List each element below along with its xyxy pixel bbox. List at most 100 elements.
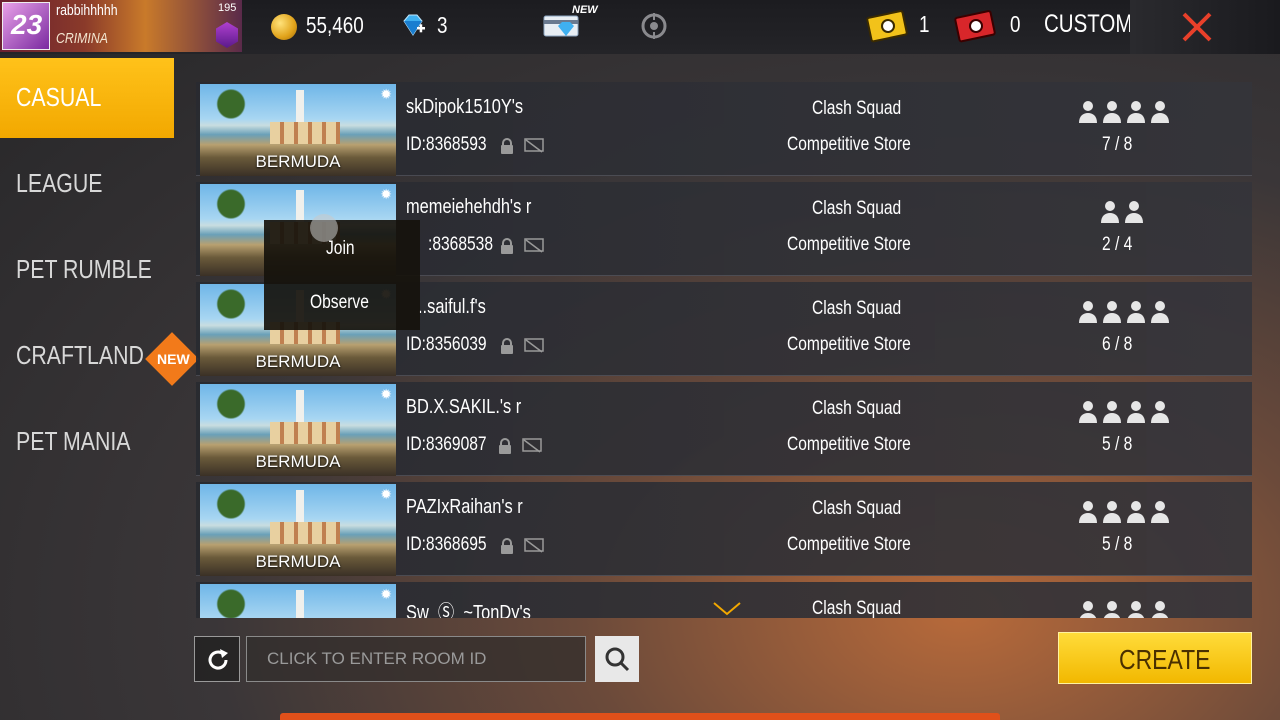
sidebar-item-label: PET MANIA bbox=[16, 426, 131, 456]
bottom-accent-strip bbox=[280, 713, 1000, 720]
map-thumbnail: ✹ BERMUDA bbox=[200, 84, 396, 176]
player-slots bbox=[1078, 400, 1170, 424]
player-slot-icon bbox=[1101, 201, 1119, 223]
player-slot-icon bbox=[1127, 601, 1145, 618]
scroll-down-chevron-icon[interactable] bbox=[712, 600, 742, 618]
room-store: Competitive Store bbox=[787, 134, 911, 155]
diamond-icon[interactable] bbox=[400, 12, 426, 38]
lock-icon bbox=[501, 138, 513, 154]
create-room-button[interactable]: CREATE bbox=[1058, 632, 1252, 684]
player-slot-icon bbox=[1127, 301, 1145, 323]
sidebar-item-label: CRAFTLAND bbox=[16, 340, 144, 370]
spectate-off-icon bbox=[524, 238, 544, 253]
room-mode: Clash Squad bbox=[812, 598, 902, 618]
room-row[interactable]: ✹ BERMUDA PAZIxRaihan's r ID:8368695 Cla… bbox=[196, 482, 1252, 576]
sun-icon: ✹ bbox=[380, 186, 392, 202]
player-slot-icon bbox=[1151, 601, 1169, 618]
new-tag: NEW bbox=[572, 4, 598, 16]
player-title: CRIMINA bbox=[56, 30, 108, 47]
close-button[interactable] bbox=[1130, 0, 1280, 54]
sidebar-item-label: LEAGUE bbox=[16, 168, 103, 198]
lock-icon bbox=[501, 538, 513, 554]
player-slot-icon bbox=[1151, 101, 1169, 123]
lock-icon bbox=[501, 338, 513, 354]
top-bar: 23 rabbihhhhh CRIMINA 195 55,460 3 NEW 1… bbox=[0, 0, 1280, 54]
player-slots bbox=[1078, 600, 1170, 618]
player-slot-icon bbox=[1151, 301, 1169, 323]
player-slot-icon bbox=[1103, 101, 1121, 123]
room-name: skDipok1510Y's bbox=[406, 96, 524, 118]
sun-icon: ✹ bbox=[380, 586, 392, 602]
player-count: 7 / 8 bbox=[1102, 134, 1133, 155]
spectate-off-icon bbox=[522, 438, 542, 453]
map-name: BERMUDA bbox=[255, 152, 341, 171]
join-button[interactable]: Join bbox=[326, 238, 355, 260]
player-slot-icon bbox=[1079, 601, 1097, 618]
room-name: BD.X.SAKIL.'s r bbox=[406, 396, 522, 418]
sidebar-item-pet-rumble[interactable]: PET RUMBLE bbox=[0, 230, 174, 310]
player-slot-icon bbox=[1127, 101, 1145, 123]
avatar[interactable]: 23 bbox=[2, 2, 50, 50]
player-count: 5 / 8 bbox=[1102, 434, 1133, 455]
sidebar-item-pet-mania[interactable]: PET MANIA bbox=[0, 402, 174, 482]
search-icon bbox=[605, 647, 630, 672]
sun-icon: ✹ bbox=[380, 486, 392, 502]
player-slots bbox=[1078, 100, 1170, 124]
room-store: Competitive Store bbox=[787, 234, 911, 255]
room-mode: Clash Squad bbox=[812, 498, 902, 519]
spectate-off-icon bbox=[524, 338, 544, 353]
player-slots bbox=[1078, 300, 1170, 324]
room-id-input[interactable] bbox=[247, 637, 585, 681]
player-name: rabbihhhhh bbox=[56, 2, 118, 19]
sun-icon: ✹ bbox=[380, 386, 392, 402]
room-name: ..saiful.f's bbox=[418, 296, 486, 318]
room-store: Competitive Store bbox=[787, 434, 911, 455]
room-id: :8368538 bbox=[428, 234, 493, 255]
map-name: BERMUDA bbox=[255, 452, 341, 471]
player-count: 6 / 8 bbox=[1102, 334, 1133, 355]
sidebar-item-label: CASUAL bbox=[16, 82, 102, 112]
rank-badge-icon bbox=[216, 22, 238, 48]
red-card-count: 0 bbox=[1010, 11, 1021, 37]
player-slot-icon bbox=[1079, 401, 1097, 423]
lock-icon bbox=[499, 438, 511, 454]
observe-button[interactable]: Observe bbox=[310, 292, 369, 314]
new-badge-text: NEW bbox=[157, 351, 190, 367]
mode-sidebar: CASUAL LEAGUE PET RUMBLE CRAFTLAND PET M… bbox=[0, 58, 199, 720]
room-action-popup: Join Observe bbox=[264, 214, 420, 330]
room-mode: Clash Squad bbox=[812, 98, 902, 119]
room-list[interactable]: ✹ BERMUDA skDipok1510Y's ID:8368593 Clas… bbox=[196, 82, 1252, 618]
sidebar-item-league[interactable]: LEAGUE bbox=[0, 144, 174, 224]
refresh-button[interactable] bbox=[194, 636, 240, 682]
create-label: CREATE bbox=[1119, 644, 1211, 675]
custom-mode-label: CUSTOM bbox=[1044, 10, 1133, 38]
room-row[interactable]: ✹ BERMUDA skDipok1510Y's ID:8368593 Clas… bbox=[196, 82, 1252, 176]
refresh-icon bbox=[208, 649, 228, 670]
player-slot-icon bbox=[1079, 501, 1097, 523]
lock-icon bbox=[501, 238, 513, 254]
map-thumbnail: ✹ bbox=[200, 584, 396, 618]
room-id-input-box[interactable] bbox=[246, 636, 586, 682]
room-row[interactable]: ✹ BERMUDA BD.X.SAKIL.'s r ID:8369087 Cla… bbox=[196, 382, 1252, 476]
crosshair-icon[interactable] bbox=[640, 12, 668, 40]
spectate-off-icon bbox=[524, 138, 544, 153]
search-button[interactable] bbox=[595, 636, 639, 682]
player-slot-icon bbox=[1127, 501, 1145, 523]
player-slot-icon bbox=[1151, 401, 1169, 423]
player-slots bbox=[1100, 200, 1144, 224]
coin-balance: 55,460 bbox=[306, 12, 364, 38]
map-thumbnail: ✹ BERMUDA bbox=[200, 384, 396, 476]
player-slot-icon bbox=[1103, 401, 1121, 423]
diamond-balance: 3 bbox=[437, 12, 448, 38]
player-slot-icon bbox=[1151, 501, 1169, 523]
room-name: memeiehehdh's r bbox=[406, 196, 532, 218]
room-id: ID:8369087 bbox=[406, 434, 487, 455]
room-mode: Clash Squad bbox=[812, 398, 902, 419]
map-thumbnail: ✹ BERMUDA bbox=[200, 484, 396, 576]
player-slot-icon bbox=[1103, 501, 1121, 523]
avatar-text: 23 bbox=[11, 9, 43, 40]
profile-banner[interactable]: 23 rabbihhhhh CRIMINA 195 bbox=[0, 0, 242, 52]
player-slot-icon bbox=[1127, 401, 1145, 423]
gold-coin-icon bbox=[271, 14, 297, 40]
sidebar-item-casual[interactable]: CASUAL bbox=[0, 58, 174, 138]
